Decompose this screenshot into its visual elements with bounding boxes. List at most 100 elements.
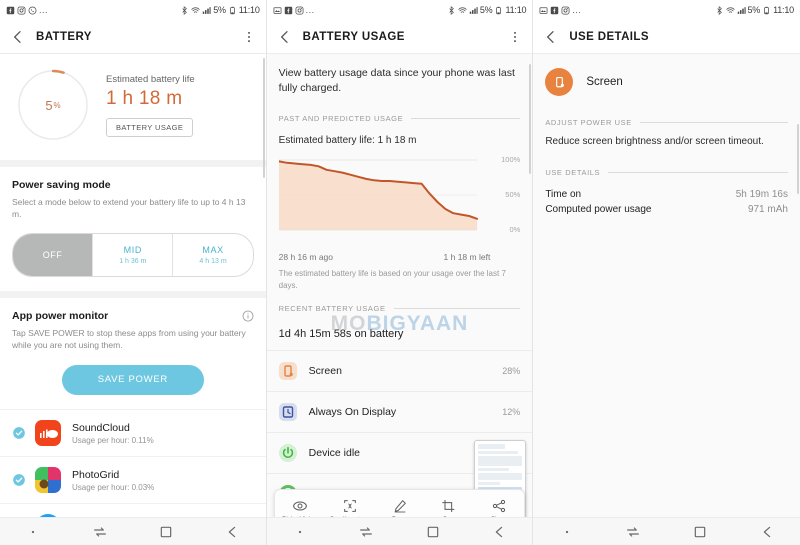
back-arrow-icon[interactable] bbox=[199, 524, 265, 540]
dot-indicator[interactable] bbox=[533, 525, 600, 539]
power-mode-mid-label: MID bbox=[123, 244, 142, 255]
switch-apps-icon[interactable] bbox=[66, 524, 132, 540]
screen1-body: 5% Estimated battery life 1 h 18 m BATTE… bbox=[0, 54, 266, 545]
screen-battery-usage: ... 5% 11:10 BATTERY USAGE View battery … bbox=[266, 0, 534, 545]
status-overflow-dots: ... bbox=[305, 5, 315, 15]
status-bar: ... 5% 11:10 bbox=[533, 0, 800, 20]
status-bar-system: 5% 11:10 bbox=[715, 5, 794, 15]
back-arrow-icon[interactable] bbox=[733, 524, 800, 540]
estimated-life-value: 1 h 18 m bbox=[106, 87, 183, 109]
signal-icon bbox=[202, 6, 211, 14]
section-header-label: USE DETAILS bbox=[545, 167, 601, 177]
list-item[interactable]: SoundCloud Usage per hour: 0.11% bbox=[0, 409, 266, 457]
screen2-body: View battery usage data since your phone… bbox=[266, 54, 533, 545]
estimated-life-label: Estimated battery life bbox=[106, 73, 195, 85]
scrollbar[interactable] bbox=[262, 58, 265, 178]
clock-label: 11:10 bbox=[505, 5, 527, 15]
back-arrow-icon[interactable] bbox=[277, 29, 293, 45]
divider-line bbox=[393, 307, 521, 309]
save-power-button[interactable]: SAVE POWER bbox=[61, 365, 204, 396]
power-mode-max[interactable]: MAX 4 h 13 m bbox=[173, 234, 252, 276]
power-mode-max-sub: 4 h 13 m bbox=[199, 257, 227, 265]
power-mode-mid[interactable]: MID 1 h 36 m bbox=[93, 233, 174, 276]
back-arrow-icon[interactable] bbox=[543, 29, 559, 45]
crop-icon bbox=[442, 500, 455, 512]
power-mode-max-label: MAX bbox=[202, 244, 224, 255]
checkbox-checked-icon[interactable] bbox=[12, 473, 26, 487]
battery-history-chart-svg bbox=[277, 159, 478, 231]
detail-key: Time on bbox=[545, 188, 582, 200]
section-divider bbox=[0, 160, 266, 167]
status-bar: ... 5% 11:10 bbox=[0, 0, 266, 20]
power-saving-title: Power saving mode bbox=[12, 179, 111, 191]
back-arrow-icon[interactable] bbox=[466, 524, 532, 540]
dot-indicator[interactable] bbox=[0, 525, 66, 539]
battery-history-chart: 100% 50% 0% bbox=[277, 152, 521, 248]
scrollbar[interactable] bbox=[529, 64, 532, 174]
status-overflow-dots: ... bbox=[572, 5, 582, 15]
divider-line bbox=[639, 122, 788, 123]
signal-icon bbox=[737, 6, 746, 14]
use-details-header: Screen bbox=[533, 54, 800, 110]
overflow-menu-icon[interactable] bbox=[242, 29, 256, 45]
share-icon bbox=[493, 499, 506, 513]
wifi-icon bbox=[458, 6, 467, 13]
switch-apps-icon[interactable] bbox=[600, 524, 667, 540]
section-header-past-usage: PAST AND PREDICTED USAGE bbox=[267, 106, 533, 127]
screen-icon bbox=[545, 68, 574, 96]
battery-ring-unit: % bbox=[53, 100, 61, 110]
battery-info: Estimated battery life 1 h 18 m BATTERY … bbox=[106, 74, 195, 137]
photogrid-icon bbox=[35, 467, 61, 494]
facebook-icon bbox=[6, 6, 15, 14]
recents-square-icon[interactable] bbox=[133, 524, 199, 540]
instagram-icon bbox=[561, 6, 570, 14]
switch-apps-icon[interactable] bbox=[333, 524, 399, 540]
clock-icon bbox=[278, 402, 297, 421]
recents-square-icon[interactable] bbox=[667, 524, 734, 540]
back-arrow-icon[interactable] bbox=[10, 29, 26, 45]
recents-square-icon[interactable] bbox=[400, 524, 466, 540]
signal-icon bbox=[469, 6, 478, 14]
list-item[interactable]: PhotoGrid Usage per hour: 0.03% bbox=[0, 456, 266, 504]
app-monitor-title: App power monitor bbox=[12, 309, 109, 322]
table-row[interactable]: Always On Display 12% bbox=[266, 390, 533, 432]
instagram-icon bbox=[17, 6, 26, 14]
section-header-recent-usage: RECENT BATTERY USAGE bbox=[267, 292, 533, 317]
usage-item-name: Screen bbox=[308, 364, 342, 377]
battery-icon bbox=[230, 6, 235, 14]
page-title: BATTERY bbox=[36, 30, 92, 43]
wifi-icon bbox=[725, 6, 735, 13]
battery-usage-button[interactable]: BATTERY USAGE bbox=[106, 117, 194, 137]
on-battery-duration: 1d 4h 15m 58s on battery bbox=[266, 316, 533, 350]
status-overflow-dots: ... bbox=[39, 5, 49, 15]
status-bar-system: 5% 11:10 bbox=[180, 5, 260, 15]
page-title: USE DETAILS bbox=[569, 30, 649, 43]
clock-label: 11:10 bbox=[773, 5, 794, 15]
adjust-power-text: Reduce screen brightness and/or screen t… bbox=[545, 136, 764, 147]
dot-indicator[interactable] bbox=[267, 525, 333, 539]
facebook-icon bbox=[551, 6, 559, 14]
page-title: BATTERY USAGE bbox=[302, 30, 405, 43]
checkbox-checked-icon[interactable] bbox=[12, 426, 26, 440]
scroll-capture-icon bbox=[343, 500, 356, 512]
info-icon[interactable] bbox=[242, 310, 254, 322]
chart-start-label: 28 h 16 m ago bbox=[278, 252, 334, 263]
power-saving-mode-selector[interactable]: OFF MID 1 h 36 m MAX 4 h 13 m bbox=[12, 232, 254, 277]
power-mode-off[interactable]: OFF bbox=[13, 233, 94, 276]
chart-x-axis: 28 h 16 m ago 1 h 18 m left bbox=[267, 248, 533, 262]
image-icon bbox=[539, 6, 548, 14]
overflow-menu-icon[interactable] bbox=[508, 29, 522, 45]
scrollbar[interactable] bbox=[796, 124, 799, 194]
y-tick-50: 50% bbox=[505, 190, 521, 200]
app-bar: BATTERY USAGE bbox=[266, 20, 533, 54]
battery-ring-value: 5 bbox=[45, 97, 53, 113]
detail-key: Computed power usage bbox=[545, 203, 652, 215]
battery-icon bbox=[496, 6, 502, 14]
power-mode-off-label: OFF bbox=[42, 249, 63, 260]
app-usage: Usage per hour: 0.11% bbox=[72, 435, 154, 445]
bluetooth-icon bbox=[182, 5, 188, 15]
battery-icon bbox=[764, 6, 769, 14]
table-row[interactable]: Screen 28% bbox=[266, 349, 533, 391]
power-saving-section: Power saving mode Select a mode below to… bbox=[0, 167, 266, 291]
app-monitor-desc: Tap SAVE POWER to stop these apps from u… bbox=[12, 327, 246, 350]
